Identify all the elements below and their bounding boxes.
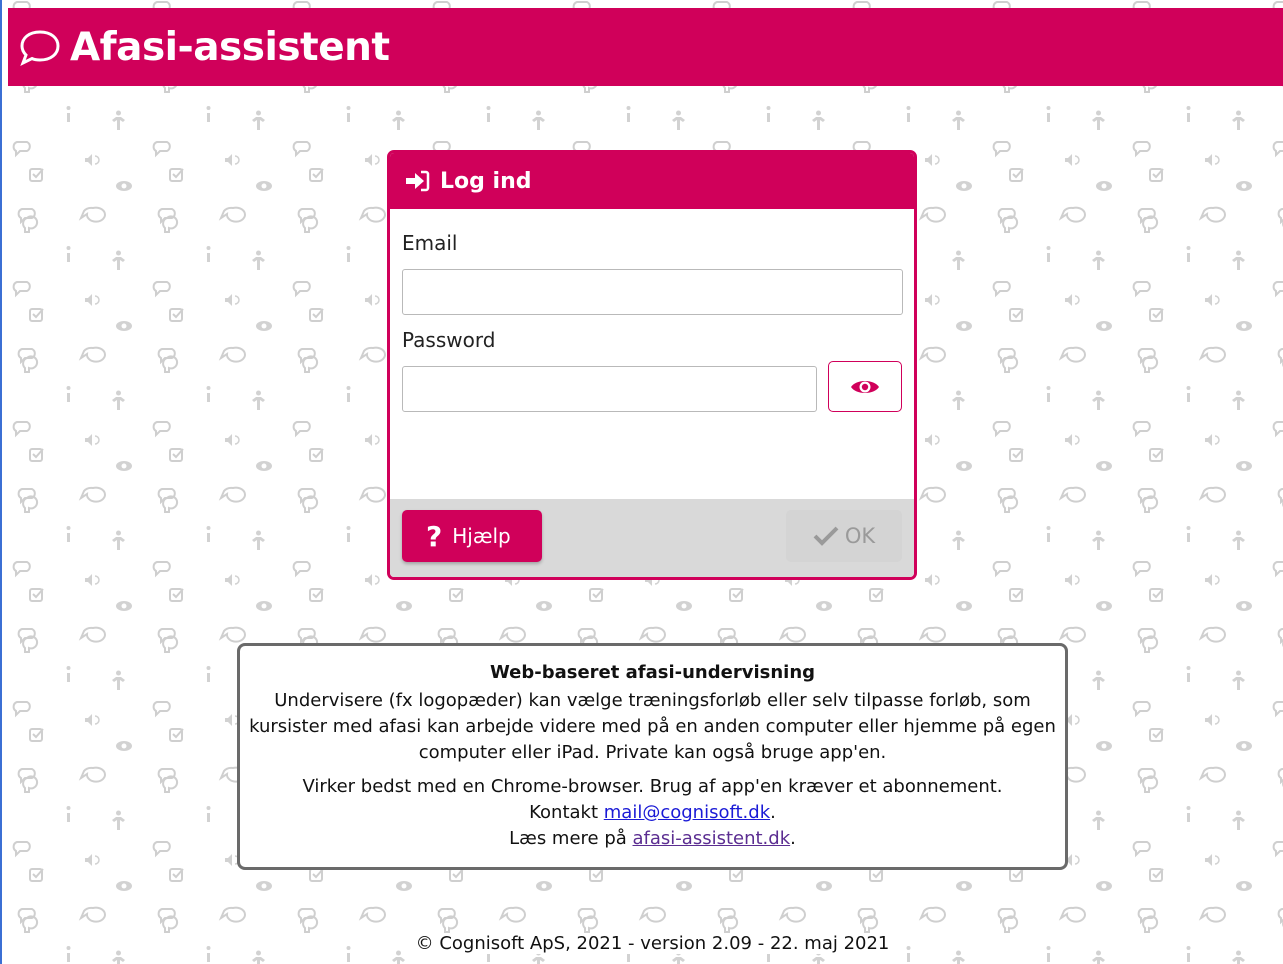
read-more-line: Læs mere på afasi-assistent.dk. [509,828,796,849]
checkmark-icon [813,526,839,546]
contact-line: Kontakt mail@cognisoft.dk. [529,802,776,823]
app-title: Afasi-assistent [70,24,390,70]
login-header: Log ind [390,153,914,209]
info-box: Web-baseret afasi-undervisning Undervise… [237,643,1068,870]
help-label: Hjælp [452,524,511,548]
browser-note: Virker bedst med en Chrome-browser. Brug… [302,776,1003,797]
login-footer: ? Hjælp OK [390,499,914,577]
app-header: Afasi-assistent [8,8,1283,86]
ok-label: OK [844,524,876,548]
speech-bubble-logo-icon [20,30,60,67]
password-label: Password [402,328,496,352]
page-footer: © Cognisoft ApS, 2021 - version 2.09 - 2… [0,933,1283,954]
website-link[interactable]: afasi-assistent.dk [633,828,791,849]
login-panel: Log ind Email Password ? Hjælp OK [387,150,917,580]
info-heading: Web-baseret afasi-undervisning [489,662,816,683]
contact-email-link[interactable]: mail@cognisoft.dk [604,802,770,823]
email-label: Email [402,231,458,255]
sign-in-icon [406,170,430,192]
password-field[interactable] [402,366,817,412]
email-field[interactable] [402,269,903,315]
window-edge [0,0,2,964]
help-button[interactable]: ? Hjælp [402,510,542,562]
login-heading: Log ind [440,168,532,194]
ok-button[interactable]: OK [786,510,902,562]
show-password-button[interactable] [828,361,902,412]
question-icon: ? [426,519,443,553]
info-paragraph: Undervisere (fx logopæder) kan vælge træ… [249,690,1056,763]
eye-icon [851,380,879,393]
copyright-text: © Cognisoft ApS, 2021 - version 2.09 - 2… [411,933,894,954]
